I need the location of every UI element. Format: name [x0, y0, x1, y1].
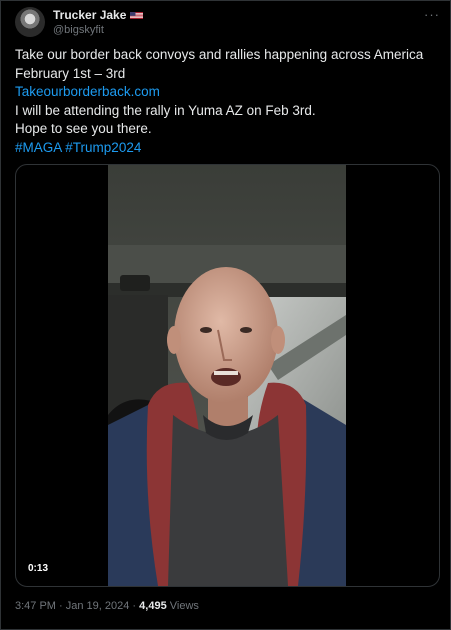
views-label: Views	[169, 600, 199, 612]
tweet-meta: 3:47 PM · Jan 19, 2024 · 4,495 Views	[15, 600, 199, 612]
tweet-card: Trucker Jake @bigskyfit ··· Take our bor…	[0, 0, 451, 630]
us-flag-icon	[130, 11, 144, 19]
tweet-line: Hope to see you there.	[15, 121, 152, 136]
views-count: 4,495	[139, 600, 167, 612]
hashtag-maga[interactable]: #MAGA	[15, 140, 62, 155]
tweet-time[interactable]: 3:47 PM	[15, 600, 56, 612]
video-player[interactable]: 0:13	[15, 164, 440, 587]
author-display-name[interactable]: Trucker Jake	[53, 8, 126, 22]
tweet-date[interactable]: Jan 19, 2024	[66, 600, 130, 612]
meta-separator: ·	[55, 600, 66, 612]
more-options-icon[interactable]: ···	[424, 7, 440, 22]
tweet-line: Take our border back convoys and rallies…	[15, 47, 424, 62]
author-name-row[interactable]: Trucker Jake	[53, 8, 144, 22]
meta-separator: ·	[129, 600, 140, 612]
video-frame[interactable]	[108, 165, 346, 586]
video-duration: 0:13	[24, 561, 53, 576]
website-link[interactable]: Takeourborderback.com	[15, 84, 160, 99]
author-handle[interactable]: @bigskyfit	[53, 24, 104, 36]
tweet-text: Take our border back convoys and rallies…	[15, 46, 435, 157]
hashtag-trump2024[interactable]: #Trump2024	[65, 140, 141, 155]
tweet-line: I will be attending the rally in Yuma AZ…	[15, 102, 316, 118]
tweet-header: Trucker Jake @bigskyfit ···	[15, 7, 440, 41]
avatar[interactable]	[15, 7, 45, 37]
video-thumbnail	[108, 165, 346, 586]
tweet-line: February 1st – 3rd	[15, 65, 126, 81]
